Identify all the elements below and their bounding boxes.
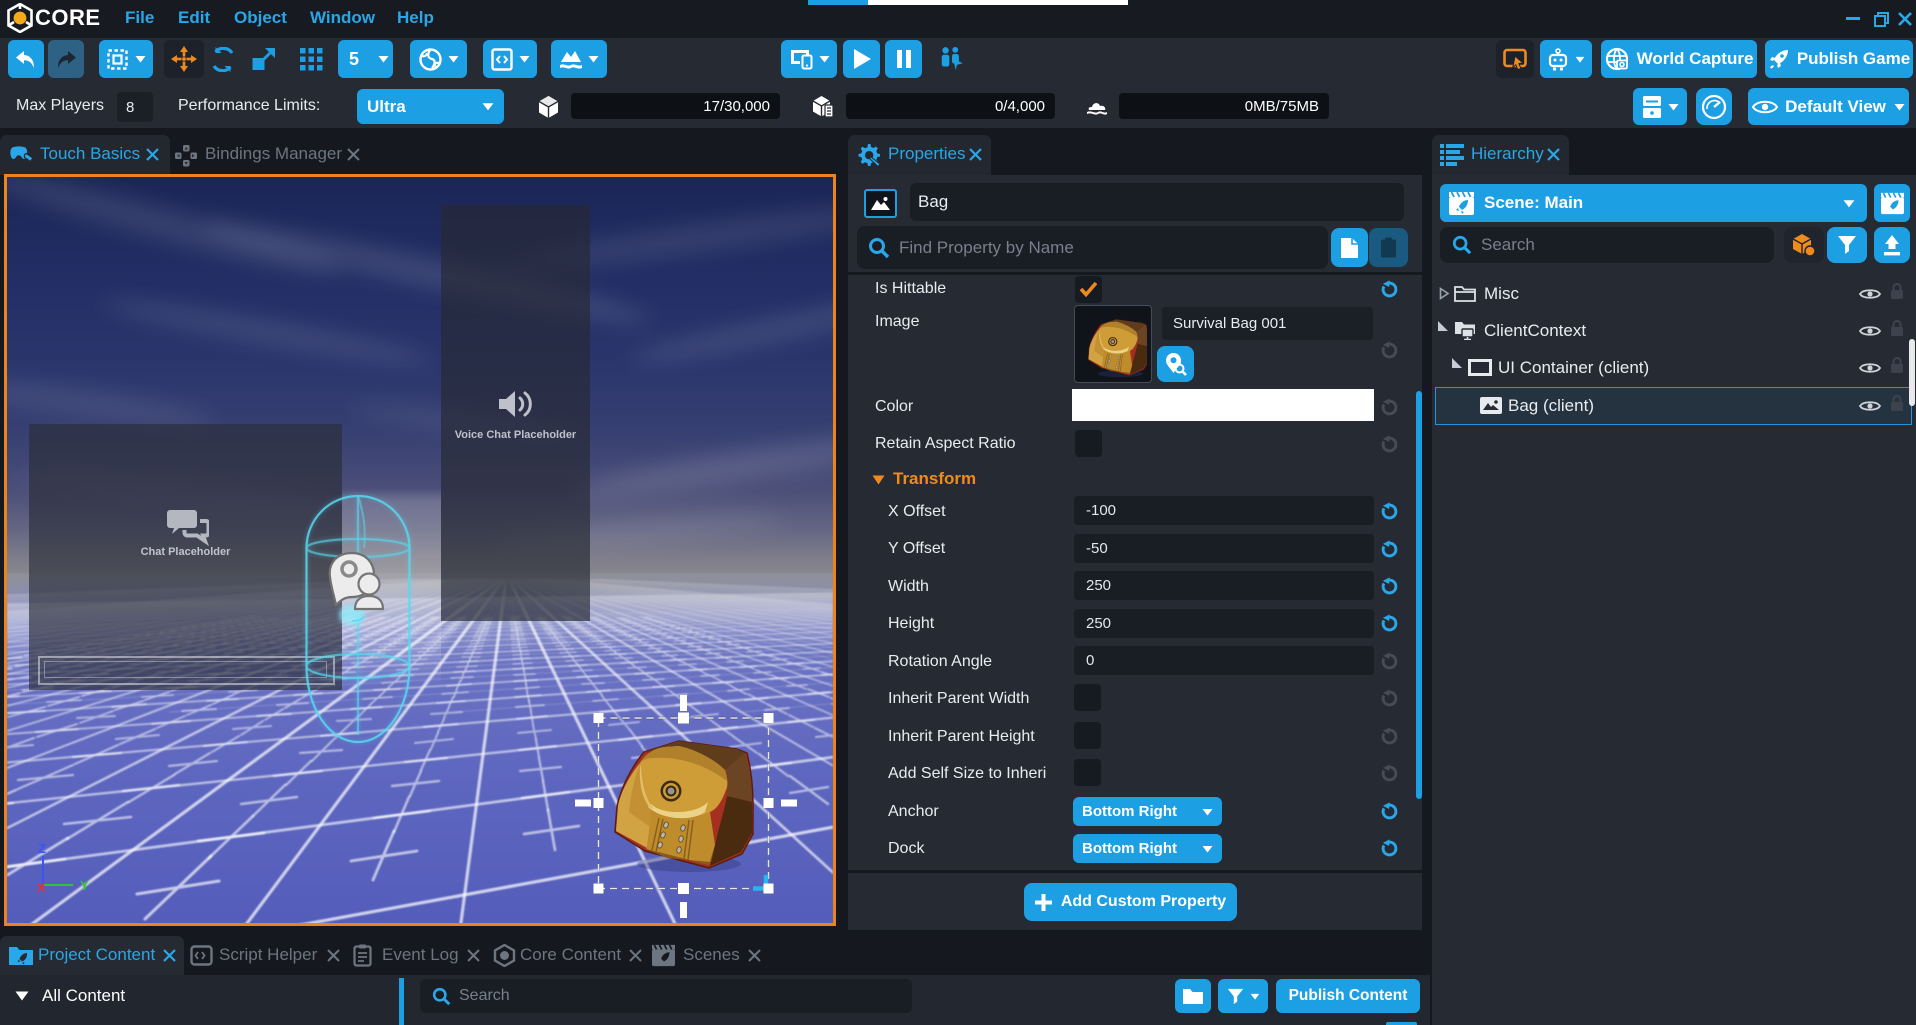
svg-text:Y: Y — [80, 878, 89, 893]
svg-text:Z: Z — [38, 841, 46, 856]
svg-text:X: X — [37, 880, 46, 895]
